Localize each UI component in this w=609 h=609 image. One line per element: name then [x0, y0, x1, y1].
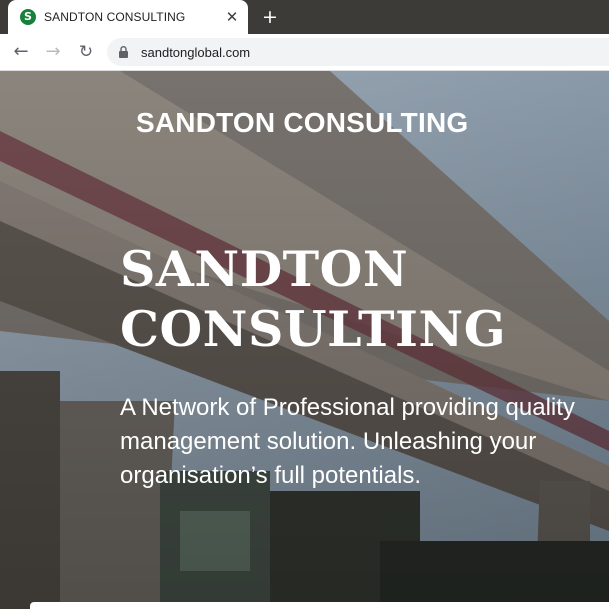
- close-icon[interactable]: ✕: [222, 7, 242, 27]
- web-page: SANDTON CONSULTING SANDTON CONSULTING A …: [0, 71, 609, 609]
- back-arrow-icon[interactable]: ←: [9, 40, 33, 64]
- site-logo[interactable]: SANDTON CONSULTING: [136, 107, 468, 139]
- active-tab[interactable]: S SANDTON CONSULTING ✕: [8, 0, 248, 34]
- reload-icon[interactable]: ↻: [74, 40, 98, 64]
- hero-subtitle: A Network of Professional providing qual…: [120, 394, 575, 489]
- hero-title-line: CONSULTING: [120, 300, 507, 358]
- plus-icon[interactable]: +: [258, 5, 282, 29]
- forward-arrow-icon[interactable]: →: [41, 40, 65, 64]
- browser-toolbar: ← → ↻ sandtonglobal.com: [0, 34, 609, 71]
- hero-title-line: SANDTON: [120, 240, 409, 298]
- tab-title: SANDTON CONSULTING: [44, 10, 186, 24]
- sandton-logo-icon: S: [20, 9, 36, 25]
- content-panel-edge: [30, 602, 609, 609]
- address-bar[interactable]: sandtonglobal.com: [107, 38, 609, 66]
- tab-strip: S SANDTON CONSULTING ✕ +: [0, 0, 609, 34]
- url-text: sandtonglobal.com: [141, 45, 251, 60]
- browser-window: S SANDTON CONSULTING ✕ + ← → ↻ sandtongl…: [0, 0, 609, 609]
- lock-icon: [119, 46, 128, 58]
- hero-title: SANDTON CONSULTING: [120, 239, 580, 359]
